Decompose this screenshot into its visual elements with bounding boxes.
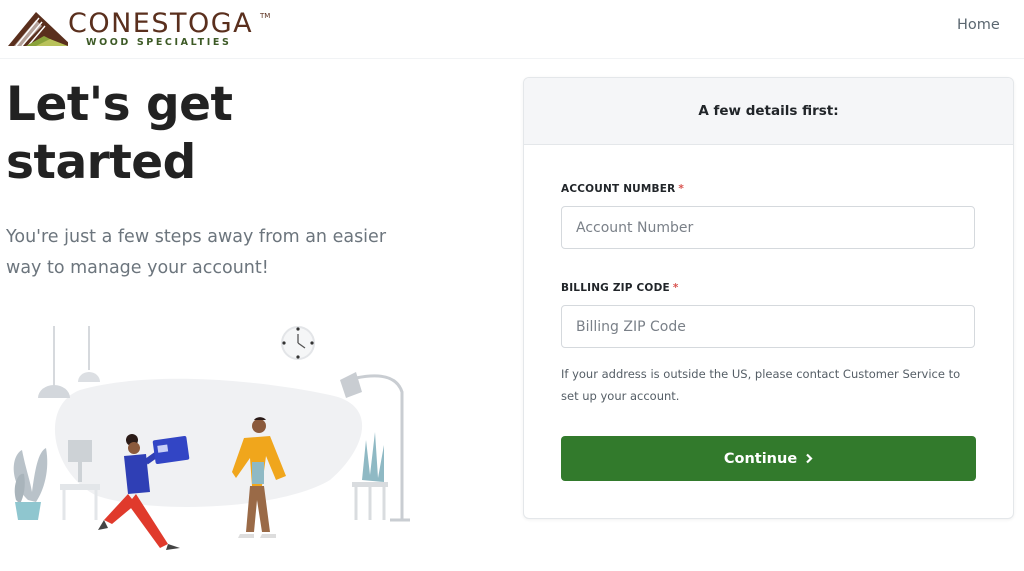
clock-icon: [281, 326, 315, 360]
form-card-header: A few details first:: [524, 78, 1013, 145]
continue-button[interactable]: Continue: [561, 436, 976, 481]
signup-form-card: A few details first: ACCOUNT NUMBER* BIL…: [523, 77, 1014, 519]
account-number-label-text: ACCOUNT NUMBER: [561, 183, 676, 195]
billing-zip-input[interactable]: [561, 305, 975, 348]
billing-zip-label-text: BILLING ZIP CODE: [561, 282, 670, 294]
nav-home-link[interactable]: Home: [957, 17, 1000, 33]
top-navbar: CONESTOGA TM WOOD SPECIALTIES Home: [0, 0, 1024, 59]
required-asterisk: *: [672, 282, 679, 294]
continue-button-label: Continue: [723, 450, 798, 467]
page-title-line2: started: [6, 135, 196, 190]
background-blob: [54, 378, 363, 507]
billing-zip-label: BILLING ZIP CODE *: [561, 282, 679, 294]
account-number-input[interactable]: [561, 206, 975, 249]
page-title: Let's get started: [6, 76, 233, 192]
hanging-lamp-right-icon: [78, 372, 100, 382]
required-asterisk: *: [678, 183, 685, 195]
conestoga-logo[interactable]: CONESTOGA TM WOOD SPECIALTIES: [6, 6, 276, 48]
hanging-lamp-left-icon: [38, 385, 70, 398]
brand-name: CONESTOGA: [68, 8, 254, 39]
account-number-label: ACCOUNT NUMBER *: [561, 183, 684, 195]
outside-us-help-text: If your address is outside the US, pleas…: [561, 367, 961, 403]
plant-icon: [13, 448, 48, 520]
conestoga-logo-icon: [8, 12, 68, 47]
page-title-line1: Let's get: [6, 77, 233, 132]
brand-trademark: TM: [260, 12, 271, 20]
onboarding-illustration: [13, 326, 410, 550]
chevron-right-icon: [806, 453, 813, 464]
credit-card-icon: [152, 436, 190, 464]
page-subtitle: You're just a few steps away from an eas…: [6, 227, 387, 278]
brand-tagline: WOOD SPECIALTIES: [86, 37, 232, 48]
